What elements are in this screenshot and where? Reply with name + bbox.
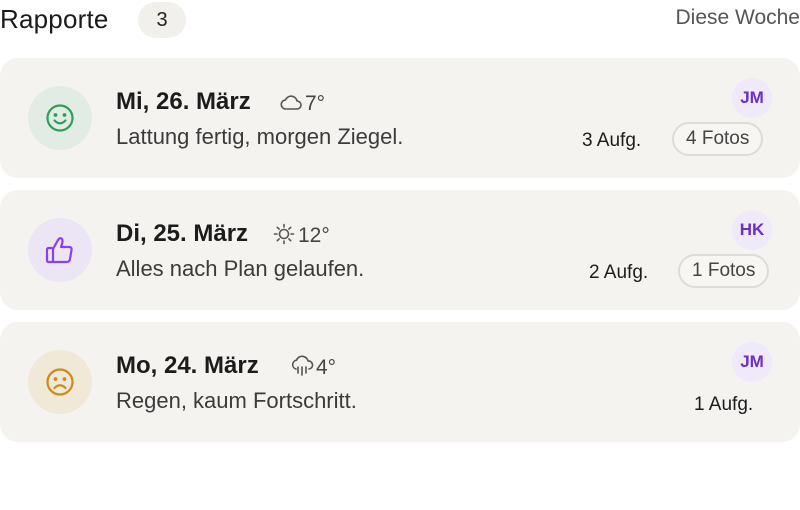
weather-temp: 4° <box>316 356 337 379</box>
page-title: Rapporte <box>0 4 109 34</box>
report-date: Mo, 24. März <box>116 352 259 379</box>
weather-temp: 7° <box>305 92 326 115</box>
cloud-icon <box>280 95 302 110</box>
smiley-happy-icon <box>46 104 74 132</box>
report-card[interactable]: Mi, 26. März 7° Lattung fertig, morgen Z… <box>0 58 800 178</box>
weather-info: 7° <box>279 90 325 116</box>
avatar: JM <box>732 342 772 382</box>
header: Rapporte 3 Diese Woche <box>0 0 800 40</box>
sun-icon <box>273 223 295 245</box>
rain-cloud-icon <box>291 355 314 376</box>
weather-info: 12° <box>272 222 330 248</box>
report-date: Di, 25. März <box>116 220 249 247</box>
smiley-sad-icon <box>46 368 74 396</box>
tasks-count: 3 Aufg. <box>582 130 642 151</box>
thumbs-up-icon <box>45 237 73 264</box>
report-note: Alles nach Plan gelaufen. <box>116 256 365 281</box>
weather-temp: 12° <box>298 224 330 247</box>
avatar: HK <box>732 210 772 250</box>
mood-badge <box>28 350 92 414</box>
count-badge: 3 <box>138 2 186 38</box>
report-date: Mi, 26. März <box>116 88 251 115</box>
period-filter-link[interactable]: Diese Woche <box>675 6 800 30</box>
avatar: JM <box>732 78 772 118</box>
weather-info: 4° <box>290 354 336 380</box>
mood-badge <box>28 218 92 282</box>
report-note: Lattung fertig, morgen Ziegel. <box>116 124 404 149</box>
report-card[interactable]: Di, 25. März 12° Alles nach Plan gelaufe… <box>0 190 800 310</box>
report-card[interactable]: Mo, 24. März 4° Regen, kaum Fortschritt.… <box>0 322 800 442</box>
report-note: Regen, kaum Fortschritt. <box>116 388 357 413</box>
photos-button[interactable]: 1 Fotos <box>678 254 770 288</box>
tasks-count: 1 Aufg. <box>694 394 754 415</box>
mood-badge <box>28 86 92 150</box>
photos-button[interactable]: 4 Fotos <box>672 122 764 156</box>
tasks-count: 2 Aufg. <box>589 262 649 283</box>
